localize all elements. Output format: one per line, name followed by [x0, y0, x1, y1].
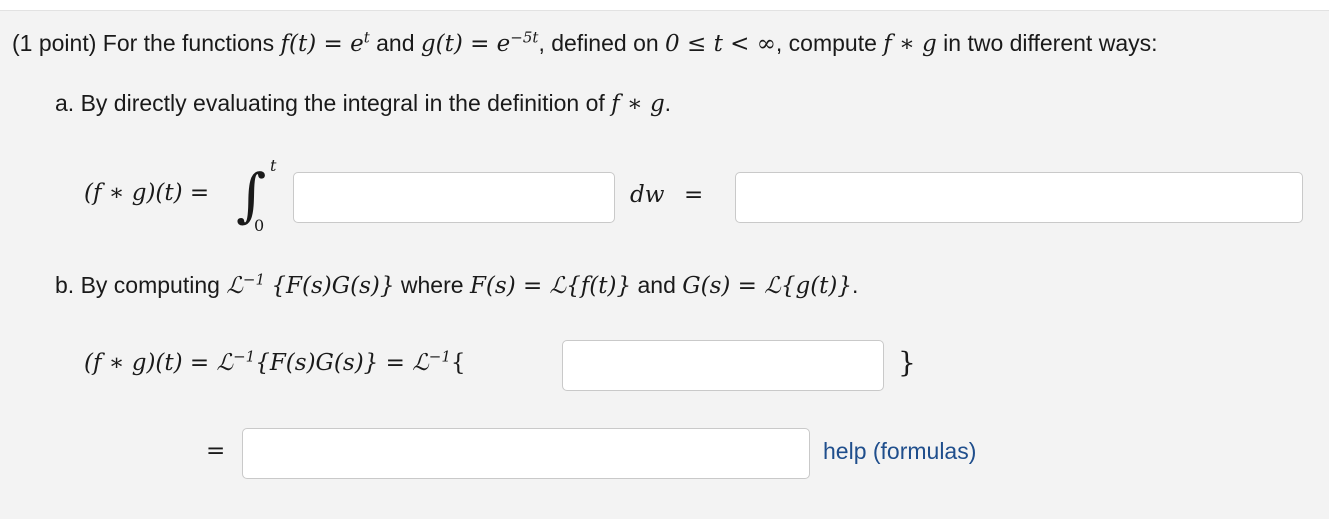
equals-sign: =: [684, 182, 704, 208]
where-text: where: [400, 272, 464, 298]
compute-text: , compute: [775, 30, 877, 56]
integrand-input[interactable]: [293, 172, 615, 223]
g-definition: g(t) = e−5t: [420, 28, 539, 57]
inverse-laplace: ℒ−1: [226, 270, 266, 299]
part-b-label: b. By computing ℒ−1 {F(s)G(s)} where F(s…: [55, 270, 859, 299]
part-b-equation: (f ∗ g)(t) = ℒ−1{F(s)G(s)} = ℒ−1{: [84, 347, 466, 376]
integral-result-input[interactable]: [735, 172, 1303, 223]
fg-product: {F(s)G(s)}: [271, 273, 395, 299]
and-text-b: and: [637, 272, 676, 298]
integral-upper-limit: t: [270, 156, 277, 175]
final-result-input[interactable]: [242, 428, 810, 479]
interval: 0 ≤ t < ∞: [665, 31, 776, 57]
f-definition: f(t) = et: [280, 28, 370, 57]
equals-sign-final: =: [206, 438, 226, 464]
domain-text: , defined on: [538, 30, 659, 56]
G-definition: G(s) = ℒ{g(t)}: [682, 273, 853, 299]
part-a-lhs: (f ∗ g)(t) =: [84, 180, 210, 206]
part-a-label: a. By directly evaluating the integral i…: [55, 90, 672, 117]
intro-text: For the functions: [102, 30, 275, 56]
points-label: (1 point): [12, 30, 97, 56]
close-brace: }: [898, 346, 916, 379]
dw-label: dw: [630, 182, 665, 208]
ways-text: in two different ways:: [943, 30, 1158, 56]
F-definition: F(s) = ℒ{f(t)}: [469, 273, 632, 299]
laplace-product-input[interactable]: [562, 340, 884, 391]
part-a-conv: f ∗ g: [611, 91, 665, 117]
integral-lower-limit: 0: [254, 216, 265, 235]
help-formulas-link[interactable]: help (formulas): [823, 438, 976, 465]
and-text: and: [376, 30, 415, 56]
problem-statement: (1 point) For the functions f(t) = et an…: [12, 30, 1158, 57]
convolution-symbol: f ∗ g: [883, 31, 937, 57]
